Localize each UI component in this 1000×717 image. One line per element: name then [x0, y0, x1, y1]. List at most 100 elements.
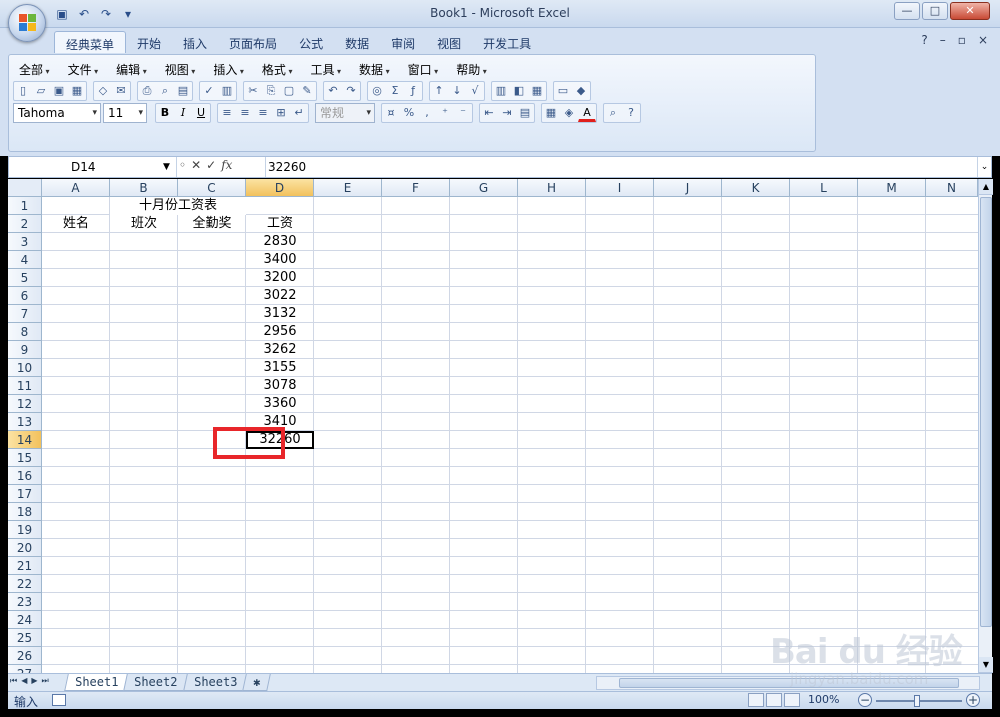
- tab-classic-menu[interactable]: 经典菜单: [54, 31, 127, 53]
- salary-cell[interactable]: 2830: [246, 233, 314, 251]
- row-header[interactable]: 7: [8, 305, 42, 323]
- tab-insert[interactable]: 插入: [172, 31, 218, 53]
- menu-format[interactable]: 格式: [256, 59, 305, 80]
- row-header[interactable]: 5: [8, 269, 42, 287]
- zoom-level[interactable]: 100%: [808, 693, 839, 706]
- tab-formulas[interactable]: 公式: [288, 31, 334, 53]
- page-layout-view-icon[interactable]: [766, 693, 782, 707]
- zoom-slider-thumb[interactable]: [914, 695, 920, 707]
- shapes-icon[interactable]: ◆: [572, 82, 590, 100]
- italic-button[interactable]: I: [174, 104, 192, 122]
- salary-cell[interactable]: 3400: [246, 251, 314, 269]
- row-header[interactable]: 11: [8, 377, 42, 395]
- header-cell-bonus[interactable]: 全勤奖: [178, 215, 246, 233]
- decrease-decimal-icon[interactable]: ⁻: [454, 104, 472, 122]
- row-header[interactable]: 12: [8, 395, 42, 413]
- row-header[interactable]: 3: [8, 233, 42, 251]
- insert-sheet-tab[interactable]: ✱: [242, 674, 272, 691]
- sort-ascending-icon[interactable]: ↑: [430, 82, 448, 100]
- paste-icon[interactable]: ▢: [280, 82, 298, 100]
- column-header-l[interactable]: L: [790, 179, 858, 197]
- tab-data[interactable]: 数据: [334, 31, 380, 53]
- formula-input[interactable]: 32260: [265, 157, 306, 177]
- salary-cell[interactable]: 3200: [246, 269, 314, 287]
- salary-cell[interactable]: 3078: [246, 377, 314, 395]
- salary-cell[interactable]: 3360: [246, 395, 314, 413]
- row-header[interactable]: 24: [8, 611, 42, 629]
- row-header[interactable]: 22: [8, 575, 42, 593]
- column-header-c[interactable]: C: [178, 179, 246, 197]
- column-header-k[interactable]: K: [722, 179, 790, 197]
- row-header[interactable]: 6: [8, 287, 42, 305]
- hyperlink-icon[interactable]: ◎: [368, 82, 386, 100]
- column-header-a[interactable]: A: [42, 179, 110, 197]
- tab-view[interactable]: 视图: [426, 31, 472, 53]
- row-header[interactable]: 10: [8, 359, 42, 377]
- maximize-button[interactable]: □: [922, 2, 948, 20]
- sheet-tab-3[interactable]: Sheet3: [182, 674, 248, 691]
- row-header[interactable]: 27: [8, 665, 42, 673]
- comma-icon[interactable]: ,: [418, 104, 436, 122]
- column-header-g[interactable]: G: [450, 179, 518, 197]
- header-cell-name[interactable]: 姓名: [42, 215, 110, 233]
- tab-page-layout[interactable]: 页面布局: [218, 31, 288, 53]
- ribbon-close-icon[interactable]: ×: [978, 33, 988, 47]
- minimize-button[interactable]: —: [894, 2, 920, 20]
- confirm-entry-icon[interactable]: ✓: [206, 158, 216, 172]
- font-color-icon[interactable]: A: [578, 104, 596, 122]
- formula-bar-handle-icon[interactable]: ◦: [179, 158, 186, 172]
- permission-icon[interactable]: ◇: [94, 82, 112, 100]
- last-sheet-icon[interactable]: ⏭: [42, 676, 49, 686]
- row-header[interactable]: 4: [8, 251, 42, 269]
- print-icon[interactable]: ⎙: [138, 82, 156, 100]
- row-header[interactable]: 17: [8, 485, 42, 503]
- column-header-d[interactable]: D: [246, 179, 314, 197]
- salary-cell[interactable]: 3155: [246, 359, 314, 377]
- ribbon-restore-icon[interactable]: ▫: [958, 33, 966, 47]
- row-header[interactable]: 20: [8, 539, 42, 557]
- scroll-up-icon[interactable]: ▲: [979, 179, 993, 195]
- increase-indent-icon[interactable]: ⇥: [498, 104, 516, 122]
- column-header-b[interactable]: B: [110, 179, 178, 197]
- header-cell-salary[interactable]: 工资: [246, 215, 314, 233]
- merge-center-icon[interactable]: ⊞: [272, 104, 290, 122]
- help-icon[interactable]: ?: [921, 33, 927, 47]
- name-box[interactable]: D14: [9, 157, 177, 177]
- tab-review[interactable]: 审阅: [380, 31, 426, 53]
- menu-help[interactable]: 帮助: [450, 59, 499, 80]
- new-file-icon[interactable]: ▯: [14, 82, 32, 100]
- horizontal-scrollbar[interactable]: [596, 676, 980, 690]
- row-header[interactable]: 25: [8, 629, 42, 647]
- copy-icon[interactable]: ⎘: [262, 82, 280, 100]
- wrap-text-icon[interactable]: ↵: [290, 104, 308, 122]
- fill-color-icon[interactable]: ◈: [560, 104, 578, 122]
- row-header[interactable]: 14: [8, 431, 42, 449]
- sheet-title-cell[interactable]: 十月份工资表: [110, 197, 246, 215]
- email-icon[interactable]: ✉: [112, 82, 130, 100]
- first-sheet-icon[interactable]: ⏮: [10, 676, 17, 686]
- vertical-scroll-thumb[interactable]: [980, 197, 992, 627]
- function-icon[interactable]: ƒ: [404, 82, 422, 100]
- row-header[interactable]: 9: [8, 341, 42, 359]
- menu-view[interactable]: 视图: [159, 59, 208, 80]
- column-header-h[interactable]: H: [518, 179, 586, 197]
- row-header[interactable]: 13: [8, 413, 42, 431]
- zoom-icon[interactable]: ⌕: [604, 104, 622, 122]
- cut-icon[interactable]: ✂: [244, 82, 262, 100]
- cancel-entry-icon[interactable]: ✕: [191, 158, 201, 172]
- menu-edit[interactable]: 编辑: [110, 59, 159, 80]
- normal-view-icon[interactable]: [748, 693, 764, 707]
- percent-icon[interactable]: %: [400, 104, 418, 122]
- row-header[interactable]: 23: [8, 593, 42, 611]
- cell-style-icon[interactable]: ▤: [516, 104, 534, 122]
- increase-decimal-icon[interactable]: ⁺: [436, 104, 454, 122]
- formula-icon[interactable]: √: [466, 82, 484, 100]
- bold-button[interactable]: B: [156, 104, 174, 122]
- zoom-out-icon[interactable]: −: [858, 693, 872, 707]
- prev-sheet-icon[interactable]: ◀: [21, 676, 27, 686]
- row-header[interactable]: 26: [8, 647, 42, 665]
- menu-insert[interactable]: 插入: [207, 59, 256, 80]
- column-header-f[interactable]: F: [382, 179, 450, 197]
- close-button[interactable]: ✕: [950, 2, 990, 20]
- menu-all[interactable]: 全部: [13, 59, 62, 80]
